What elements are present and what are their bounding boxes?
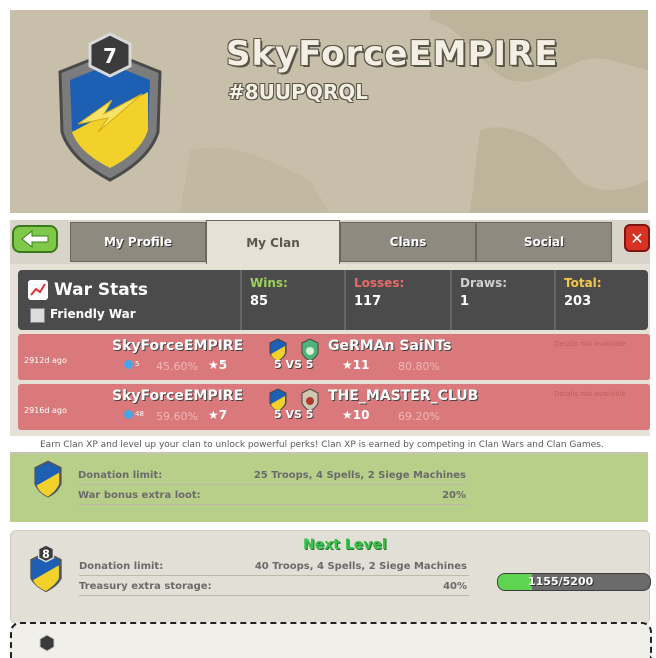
losses-label: Losses: (354, 276, 405, 290)
own-stars-value: 7 (218, 408, 228, 422)
war-stats-bar: War Stats Friendly War Wins: 85 Losses: … (18, 270, 648, 330)
back-button[interactable] (12, 225, 58, 253)
next-level-title: Next Level (303, 537, 387, 553)
own-destruction-percent: 45.60% (156, 360, 198, 373)
wins-stat: Wins: 85 (240, 270, 344, 330)
own-clan-name: SkyForceEMPIRE (112, 338, 244, 354)
next-level-number: 8 (42, 548, 50, 561)
clan-xp-progress-fill (498, 574, 532, 590)
badge-top-icon (39, 634, 55, 652)
own-stars: ★5 (208, 358, 228, 372)
donation-limit-value: 40 Troops, 4 Spells, 2 Siege Machines (254, 561, 467, 572)
tab-social[interactable]: Social (476, 222, 612, 262)
war-gem-value: 48 (135, 410, 144, 418)
tab-clans[interactable]: Clans (340, 222, 476, 262)
total-stat: Total: 203 (554, 270, 648, 330)
opponent-clan-name: GeRMAn SaiNTs (328, 338, 452, 354)
opponent-destruction-percent: 69.20% (398, 410, 440, 423)
own-stars: ★7 (208, 408, 228, 422)
current-perks-panel: Donation limit: 25 Troops, 4 Spells, 2 S… (10, 452, 648, 522)
war-bonus-label: War bonus extra loot: (78, 490, 201, 501)
clan-badge-icon: 7 (58, 32, 162, 182)
clan-xp-progress-bar: 1155/5200 (497, 573, 651, 591)
own-destruction-percent: 59.60% (156, 410, 198, 423)
opponent-stars-value: 11 (352, 358, 370, 372)
draws-stat: Draws: 1 (450, 270, 554, 330)
next-level-panel: Next Level 8 Donation limit: 40 Troops, … (10, 530, 651, 624)
close-button[interactable]: ✕ (624, 224, 650, 252)
arrow-left-icon (21, 229, 49, 249)
wins-value: 85 (250, 294, 269, 309)
draws-label: Draws: (460, 276, 508, 290)
wins-label: Wins: (250, 276, 288, 290)
clan-badge-icon (34, 460, 62, 498)
total-value: 203 (564, 294, 592, 309)
clan-level-number: 7 (103, 44, 117, 68)
losses-stat: Losses: 117 (344, 270, 450, 330)
opponent-stars-value: 10 (352, 408, 370, 422)
war-log-row[interactable]: 2912d ago SkyForceEMPIRE GeRMAn SaiNTs 5… (18, 334, 650, 380)
war-age: 2916d ago (24, 406, 67, 415)
gem-icon (124, 360, 133, 369)
opponent-clan-name: THE_MASTER_CLUB (328, 388, 479, 404)
chart-trend-icon (28, 280, 48, 300)
clan-xp-text: 1155/5200 (528, 575, 594, 588)
divider (79, 595, 469, 596)
clan-name: SkyForceEMPIRE (226, 34, 559, 74)
war-size: 5 VS 5 (274, 358, 314, 371)
war-log-row[interactable]: 2916d ago SkyForceEMPIRE THE_MASTER_CLUB… (18, 384, 650, 430)
tab-my-profile[interactable]: My Profile (70, 222, 206, 262)
donation-limit-label: Donation limit: (79, 561, 164, 572)
opponent-destruction-percent: 80.80% (398, 360, 440, 373)
divider (78, 504, 468, 505)
war-bonus-value: 20% (442, 490, 466, 501)
clan-tag: #8UUPQRQL (228, 80, 368, 104)
clan-xp-info-text: Earn Clan XP and level up your clan to u… (40, 440, 604, 450)
divider (79, 575, 469, 576)
donation-limit-label: Donation limit: (78, 470, 163, 481)
war-log-panel: War Stats Friendly War Wins: 85 Losses: … (10, 264, 650, 436)
treasury-storage-label: Treasury extra storage: (79, 581, 212, 592)
losses-value: 117 (354, 294, 382, 309)
donation-limit-value: 25 Troops, 4 Spells, 2 Siege Machines (253, 470, 466, 481)
treasury-storage-value: 40% (443, 581, 467, 592)
gem-icon (124, 410, 133, 419)
close-icon: ✕ (630, 228, 644, 248)
own-clan-name: SkyForceEMPIRE (112, 388, 244, 404)
war-size: 5 VS 5 (274, 408, 314, 421)
clan-header-panel: 7 SkyForceEMPIRE #8UUPQRQL (10, 10, 648, 213)
tab-my-clan[interactable]: My Clan (206, 220, 340, 264)
details-note: Details not available (554, 340, 626, 348)
details-note: Details not available (554, 390, 626, 398)
friendly-war-label: Friendly War (50, 307, 136, 321)
war-gem-value: 5 (135, 360, 140, 368)
draws-value: 1 (460, 294, 470, 309)
next-panel-edge (10, 622, 652, 658)
clan-badge-icon: 8 (30, 545, 62, 593)
opponent-stars: ★10 (342, 408, 370, 422)
own-stars-value: 5 (218, 358, 228, 372)
opponent-stars: ★11 (342, 358, 370, 372)
total-label: Total: (564, 276, 602, 290)
friendly-war-checkbox[interactable] (30, 308, 45, 323)
war-stats-title: War Stats (54, 280, 149, 300)
tab-bar: My Profile My Clan Clans Social ✕ (10, 220, 650, 264)
divider (78, 484, 468, 485)
war-age: 2912d ago (24, 356, 67, 365)
